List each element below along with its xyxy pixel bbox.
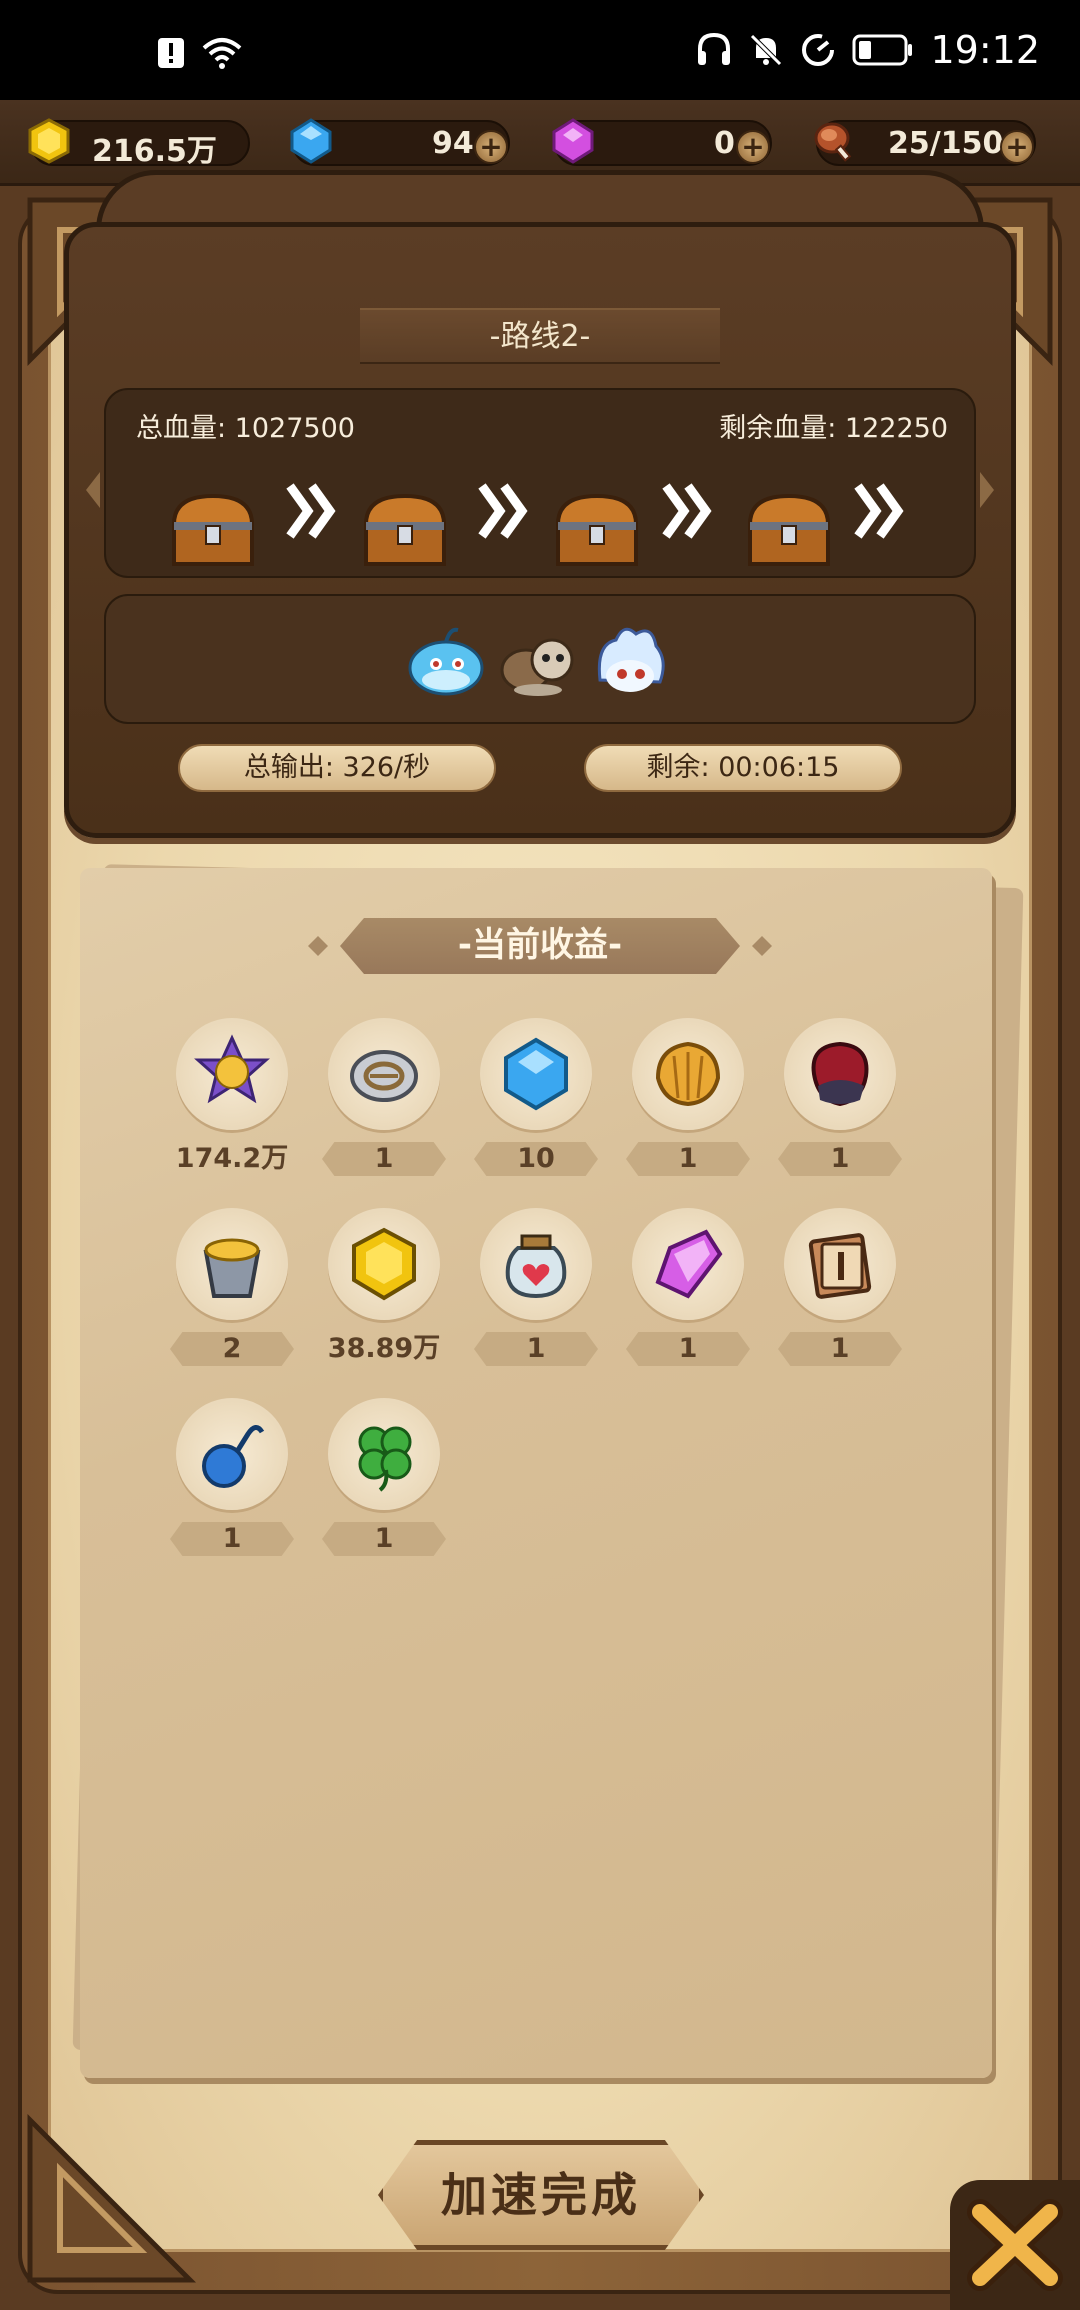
gold-coin-icon (28, 118, 70, 164)
reward-qty: 38.89万 (327, 1333, 441, 1364)
reward-qty: 1 (322, 1522, 446, 1556)
corner-ornament-icon (27, 2113, 197, 2283)
battery-icon (852, 34, 913, 66)
red-ore-icon (811, 1041, 869, 1107)
exp-badge-icon (194, 1034, 270, 1104)
reward-qty: 10 (474, 1142, 598, 1176)
purple-crystal-icon (655, 1229, 723, 1299)
arrow-left-icon[interactable] (84, 470, 102, 510)
reward-qty: 2 (170, 1332, 294, 1366)
mute-bell-icon (750, 34, 783, 66)
silver-disc-icon (350, 1050, 418, 1102)
purple-gem-icon (552, 118, 594, 164)
purple-gem-counter: 0 + (552, 118, 772, 166)
reward-item[interactable]: 10 (474, 1018, 598, 1178)
reward-qty: 174.2万 (175, 1143, 289, 1174)
purple-gem-value: 0 (714, 126, 735, 161)
route-title: -路线2- (360, 308, 720, 364)
reward-qty: 1 (626, 1332, 750, 1366)
reward-item[interactable]: 2 (170, 1208, 294, 1368)
data-saver-icon (802, 34, 835, 66)
close-button[interactable] (950, 2180, 1080, 2310)
team-row (104, 594, 976, 724)
remaining-time-pill: 剩余: 00:06:15 (584, 744, 902, 792)
treasure-chest-icon (555, 493, 639, 566)
notification-alert-icon (158, 38, 184, 68)
blue-whale-pet-icon[interactable] (406, 620, 486, 700)
blue-diamond-icon (504, 1037, 568, 1111)
reward-qty: 1 (626, 1142, 750, 1176)
hp-row: 总血量: 1027500 剩余血量: 122250 (104, 388, 976, 578)
reward-item[interactable]: 1 (778, 1018, 902, 1178)
treasure-chest-icon (747, 493, 831, 566)
chevron-right-icon (478, 483, 528, 539)
add-stamina-button[interactable]: + (1000, 130, 1034, 164)
add-diamond-button[interactable]: + (474, 130, 508, 164)
clover-icon (358, 1426, 412, 1492)
heart-jar-icon (505, 1234, 567, 1299)
reward-qty: 1 (170, 1522, 294, 1556)
diamond-counter: 94 + (290, 118, 510, 166)
diamond-icon (290, 118, 332, 164)
reward-item[interactable]: 1 (626, 1208, 750, 1368)
stamina-counter: 25/150 + (814, 120, 1036, 166)
total-output-pill: 总输出: 326/秒 (178, 744, 496, 792)
reward-item[interactable]: 1 (626, 1018, 750, 1178)
reward-item[interactable]: 1 (778, 1208, 902, 1368)
rewards-title: -当前收益- (340, 918, 740, 974)
close-icon (967, 2199, 1063, 2291)
arrow-right-icon[interactable] (978, 470, 996, 510)
headphones-icon (698, 33, 731, 65)
gold-coin-icon (352, 1227, 416, 1301)
speed-up-button[interactable]: 加速完成 (378, 2140, 704, 2250)
wifi-icon (202, 38, 242, 69)
reward-qty: 1 (474, 1332, 598, 1366)
gold-counter: 216.5万 (28, 118, 250, 169)
hook-bomb-icon (202, 1425, 265, 1488)
reward-item[interactable]: 1 (170, 1398, 294, 1558)
diamond-value: 94 (432, 126, 474, 161)
treasure-chest-icon (171, 493, 255, 566)
reward-qty: 1 (778, 1142, 902, 1176)
diamond-ornament-icon (308, 936, 328, 956)
meat-icon (814, 122, 852, 162)
scroll-card-icon (808, 1233, 872, 1299)
gold-value: 216.5万 (92, 134, 217, 169)
reward-qty: 1 (322, 1142, 446, 1176)
chevron-right-icon (854, 483, 904, 539)
total-hp: 总血量: 1027500 (136, 413, 355, 444)
chevron-right-icon (286, 483, 336, 539)
golden-shell-icon (655, 1041, 721, 1107)
reward-item[interactable]: 1 (474, 1208, 598, 1368)
reward-qty: 1 (778, 1332, 902, 1366)
remaining-hp: 剩余血量: 122250 (719, 413, 948, 444)
chevron-right-icon (662, 483, 712, 539)
stamina-value: 25/150 (888, 126, 1004, 161)
clock-time: 19:12 (930, 28, 1040, 72)
turtle-pet-icon[interactable] (498, 620, 578, 700)
treasure-chest-icon (363, 493, 447, 566)
add-purple-gem-button[interactable]: + (736, 130, 770, 164)
ice-spirit-pet-icon[interactable] (590, 620, 670, 700)
status-bar: 19:12 (0, 0, 1080, 100)
reward-item[interactable]: 1 (322, 1018, 446, 1178)
reward-item[interactable]: 174.2万 (170, 1018, 294, 1178)
diamond-ornament-icon (752, 936, 772, 956)
gold-bucket-icon (203, 1238, 261, 1298)
reward-item[interactable]: 1 (322, 1398, 446, 1558)
reward-item[interactable]: 38.89万 (322, 1208, 446, 1368)
